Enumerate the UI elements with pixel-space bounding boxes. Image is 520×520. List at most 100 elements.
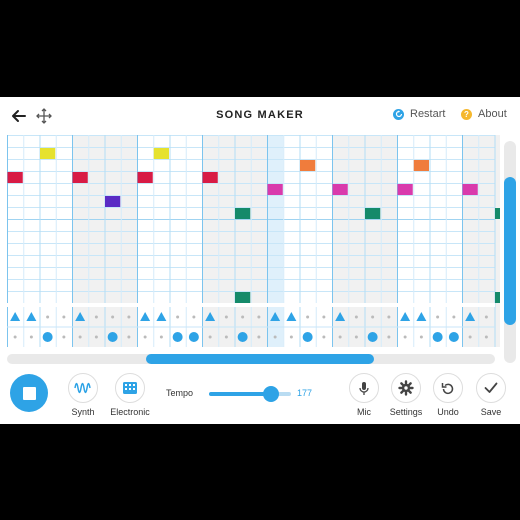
stop-icon — [22, 386, 36, 400]
rhythm-empty-dot[interactable] — [387, 315, 391, 319]
rhythm-empty-dot[interactable] — [224, 315, 228, 319]
vertical-scroll-thumb[interactable] — [504, 177, 516, 325]
rhythm-empty-dot[interactable] — [127, 315, 131, 319]
rhythm-empty-dot[interactable] — [208, 335, 212, 339]
restart-icon — [393, 108, 404, 120]
rhythm-empty-dot[interactable] — [62, 335, 66, 339]
drum-machine-icon — [115, 373, 145, 403]
rhythm-empty-dot[interactable] — [176, 315, 180, 319]
rhythm-empty-dot[interactable] — [111, 315, 115, 319]
melody-note[interactable] — [462, 184, 478, 195]
save-button[interactable]: Save — [465, 373, 517, 417]
gear-icon — [391, 373, 421, 403]
rhythm-empty-dot[interactable] — [484, 335, 488, 339]
rhythm-empty-dot[interactable] — [46, 315, 50, 319]
rhythm-empty-dot[interactable] — [403, 335, 407, 339]
rhythm-empty-dot[interactable] — [62, 315, 66, 319]
rhythm-empty-dot[interactable] — [306, 315, 310, 319]
melody-note[interactable] — [495, 208, 500, 219]
rhythm-empty-dot[interactable] — [241, 315, 245, 319]
rhythm-empty-dot[interactable] — [322, 315, 326, 319]
bar-shade — [462, 135, 500, 347]
rhythm-triangle[interactable] — [140, 312, 151, 321]
song-maker-app: SONG MAKER Restart ? About Synth Electro… — [0, 97, 520, 424]
rhythm-circle[interactable] — [172, 332, 183, 342]
rhythm-empty-dot[interactable] — [159, 335, 163, 339]
rhythm-empty-dot[interactable] — [78, 335, 82, 339]
header-bar: SONG MAKER Restart ? About — [0, 97, 520, 135]
about-button[interactable]: ? About — [461, 108, 507, 120]
melody-note[interactable] — [332, 184, 348, 195]
rhythm-empty-dot[interactable] — [127, 335, 131, 339]
checkmark-icon — [476, 373, 506, 403]
rhythm-empty-dot[interactable] — [94, 335, 98, 339]
horizontal-scroll-thumb[interactable] — [146, 354, 374, 364]
melody-note[interactable] — [137, 172, 153, 183]
melody-note[interactable] — [300, 160, 316, 171]
rhythm-circle[interactable] — [188, 332, 199, 342]
synth-button[interactable]: Synth — [57, 373, 109, 417]
rhythm-empty-dot[interactable] — [484, 315, 488, 319]
rhythm-empty-dot[interactable] — [354, 335, 358, 339]
rhythm-circle[interactable] — [42, 332, 53, 342]
rhythm-empty-dot[interactable] — [419, 335, 423, 339]
stop-button[interactable] — [10, 374, 48, 412]
about-label: About — [478, 108, 507, 120]
rhythm-empty-dot[interactable] — [322, 335, 326, 339]
tempo-slider-handle[interactable] — [263, 386, 279, 402]
rhythm-empty-dot[interactable] — [257, 315, 261, 319]
rhythm-empty-dot[interactable] — [13, 335, 17, 339]
rhythm-empty-dot[interactable] — [289, 335, 293, 339]
rhythm-circle[interactable] — [302, 332, 313, 342]
restart-button[interactable]: Restart — [393, 108, 445, 120]
melody-note[interactable] — [105, 196, 121, 207]
melody-note[interactable] — [397, 184, 413, 195]
melody-note[interactable] — [413, 160, 429, 171]
rhythm-empty-dot[interactable] — [192, 315, 196, 319]
rhythm-empty-dot[interactable] — [452, 315, 456, 319]
rhythm-circle[interactable] — [367, 332, 378, 342]
rhythm-circle[interactable] — [432, 332, 443, 342]
rhythm-empty-dot[interactable] — [257, 335, 261, 339]
rhythm-empty-dot[interactable] — [436, 315, 440, 319]
rhythm-triangle[interactable] — [416, 312, 427, 321]
melody-note[interactable] — [72, 172, 88, 183]
rhythm-empty-dot[interactable] — [224, 335, 228, 339]
horizontal-scrollbar[interactable] — [7, 354, 495, 364]
melody-note[interactable] — [365, 208, 381, 219]
vertical-scrollbar[interactable] — [504, 141, 516, 363]
rhythm-empty-dot[interactable] — [338, 335, 342, 339]
rhythm-empty-dot[interactable] — [387, 335, 391, 339]
rhythm-empty-dot[interactable] — [143, 335, 147, 339]
rhythm-triangle[interactable] — [10, 312, 21, 321]
rhythm-empty-dot[interactable] — [468, 335, 472, 339]
rhythm-separator — [7, 303, 495, 307]
rhythm-circle[interactable] — [107, 332, 118, 342]
melody-note[interactable] — [40, 148, 56, 159]
help-icon: ? — [461, 108, 472, 120]
note-grid[interactable] — [0, 135, 500, 353]
rhythm-triangle[interactable] — [156, 312, 167, 321]
melody-note[interactable] — [202, 172, 218, 183]
melody-note[interactable] — [153, 148, 169, 159]
rhythm-empty-dot[interactable] — [371, 315, 375, 319]
rhythm-empty-dot[interactable] — [94, 315, 98, 319]
melody-note[interactable] — [7, 172, 23, 183]
rhythm-circle[interactable] — [237, 332, 248, 342]
microphone-icon — [349, 373, 379, 403]
melody-note[interactable] — [267, 184, 283, 195]
rhythm-triangle[interactable] — [286, 312, 297, 321]
rhythm-circle[interactable] — [448, 332, 459, 342]
melody-note[interactable] — [235, 208, 251, 219]
electronic-button[interactable]: Electronic — [104, 373, 156, 417]
rhythm-triangle[interactable] — [26, 312, 37, 321]
save-label: Save — [480, 407, 502, 417]
melody-note[interactable] — [495, 292, 500, 303]
restart-label: Restart — [410, 108, 446, 120]
rhythm-empty-dot[interactable] — [29, 335, 33, 339]
rhythm-empty-dot[interactable] — [273, 335, 277, 339]
tempo-value: 177 — [297, 388, 313, 398]
rhythm-triangle[interactable] — [400, 312, 411, 321]
rhythm-empty-dot[interactable] — [354, 315, 358, 319]
melody-note[interactable] — [235, 292, 251, 303]
